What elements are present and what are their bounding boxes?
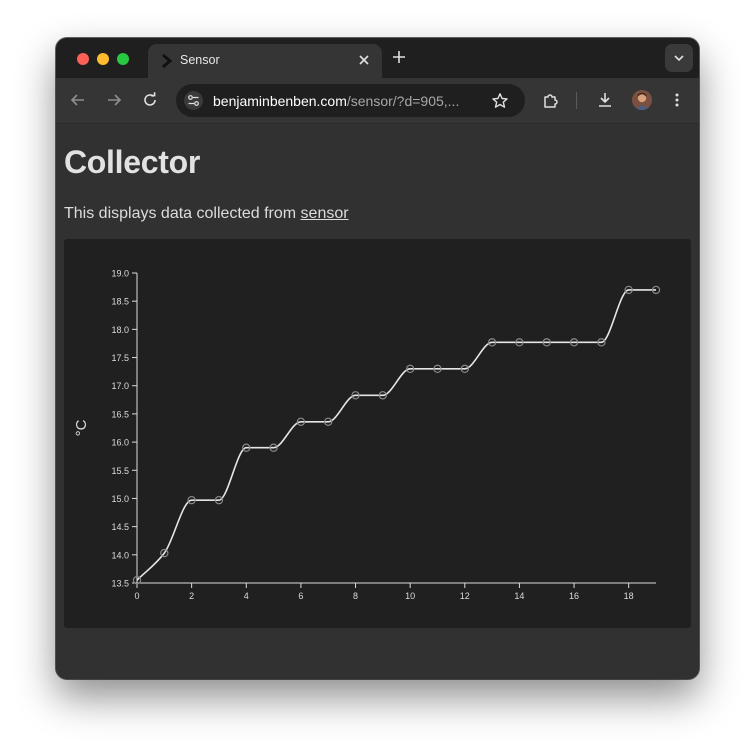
download-icon[interactable] bbox=[596, 91, 614, 109]
x-tick-label: 8 bbox=[353, 591, 358, 601]
page-title: Collector bbox=[64, 144, 200, 180]
x-tick-label: 12 bbox=[460, 591, 470, 601]
chevron-right-icon bbox=[162, 53, 173, 69]
url-path: /sensor/?d=905,... bbox=[346, 93, 460, 109]
kebab-menu-icon[interactable] bbox=[668, 91, 686, 109]
toolbar-divider bbox=[576, 92, 577, 109]
x-tick-label: 14 bbox=[514, 591, 524, 601]
page-intro: This displays data collected from sensor bbox=[64, 205, 349, 223]
tab-strip: Sensor bbox=[56, 38, 699, 78]
star-icon[interactable] bbox=[491, 92, 509, 110]
y-tick-label: 14.5 bbox=[111, 522, 129, 532]
sensor-link[interactable]: sensor bbox=[301, 205, 349, 222]
data-points bbox=[132, 285, 661, 585]
tab-search-button[interactable] bbox=[665, 44, 693, 72]
avatar-icon[interactable] bbox=[632, 90, 652, 110]
x-tick-label: 10 bbox=[405, 591, 415, 601]
x-tick-label: 0 bbox=[134, 591, 139, 601]
browser-toolbar: benjaminbenben.com/sensor/?d=905,... bbox=[56, 78, 699, 124]
address-bar[interactable]: benjaminbenben.com/sensor/?d=905,... bbox=[176, 84, 525, 117]
intro-text: This displays data collected from bbox=[64, 205, 301, 222]
url-host: benjaminbenben.com bbox=[213, 93, 347, 109]
site-info-button[interactable] bbox=[184, 91, 203, 110]
chart-panel: 13.5 14.0 14.5 15.0 15.5 16.0 16.5 17.0 17.5 18.0… bbox=[64, 239, 691, 628]
y-tick-label: 18.0 bbox=[111, 325, 129, 335]
y-tick-label: 17.5 bbox=[111, 353, 129, 363]
y-axis-label: °C bbox=[73, 419, 90, 436]
y-tick-label: 16.0 bbox=[111, 438, 129, 448]
plus-icon[interactable] bbox=[391, 49, 407, 65]
chevron-down-icon bbox=[674, 55, 684, 62]
tune-icon bbox=[188, 95, 199, 106]
minimize-window-button[interactable] bbox=[97, 53, 109, 65]
page-content: Collector This displays data collected f… bbox=[56, 125, 699, 679]
x-tick-label: 4 bbox=[244, 591, 249, 601]
x-tick-label: 2 bbox=[189, 591, 194, 601]
arrow-left-icon[interactable] bbox=[69, 91, 87, 109]
zoom-window-button[interactable] bbox=[117, 53, 129, 65]
x-tick-label: 6 bbox=[298, 591, 303, 601]
x-tick-label: 18 bbox=[624, 591, 634, 601]
close-window-button[interactable] bbox=[77, 53, 89, 65]
y-tick-label: 13.5 bbox=[111, 579, 129, 589]
x-axis: 0 2 4 6 8 10 12 14 16 18 bbox=[134, 582, 656, 601]
y-tick-label: 14.0 bbox=[111, 550, 129, 560]
url-text[interactable]: benjaminbenben.com/sensor/?d=905,... bbox=[213, 93, 459, 109]
y-tick-label: 15.0 bbox=[111, 494, 129, 504]
close-icon[interactable] bbox=[357, 53, 371, 67]
y-tick-label: 19.0 bbox=[111, 269, 129, 279]
temperature-chart: 13.5 14.0 14.5 15.0 15.5 16.0 16.5 17.0 17.5 18.0… bbox=[73, 269, 661, 601]
y-tick-label: 16.5 bbox=[111, 409, 129, 419]
y-tick-label: 18.5 bbox=[111, 297, 129, 307]
tab-title: Sensor bbox=[180, 53, 220, 67]
y-axis: 13.5 14.0 14.5 15.0 15.5 16.0 16.5 17.0 17.5 18.0… bbox=[111, 269, 138, 589]
browser-window: Sensor benjaminbenben.com/sensor/?d=905,… bbox=[56, 38, 699, 679]
tab-sensor[interactable]: Sensor bbox=[148, 44, 382, 78]
y-tick-label: 17.0 bbox=[111, 381, 129, 391]
y-tick-label: 15.5 bbox=[111, 466, 129, 476]
reload-icon[interactable] bbox=[141, 91, 159, 109]
x-tick-label: 16 bbox=[569, 591, 579, 601]
puzzle-icon[interactable] bbox=[542, 91, 560, 109]
series-line bbox=[136, 289, 656, 581]
arrow-right-icon[interactable] bbox=[105, 91, 123, 109]
